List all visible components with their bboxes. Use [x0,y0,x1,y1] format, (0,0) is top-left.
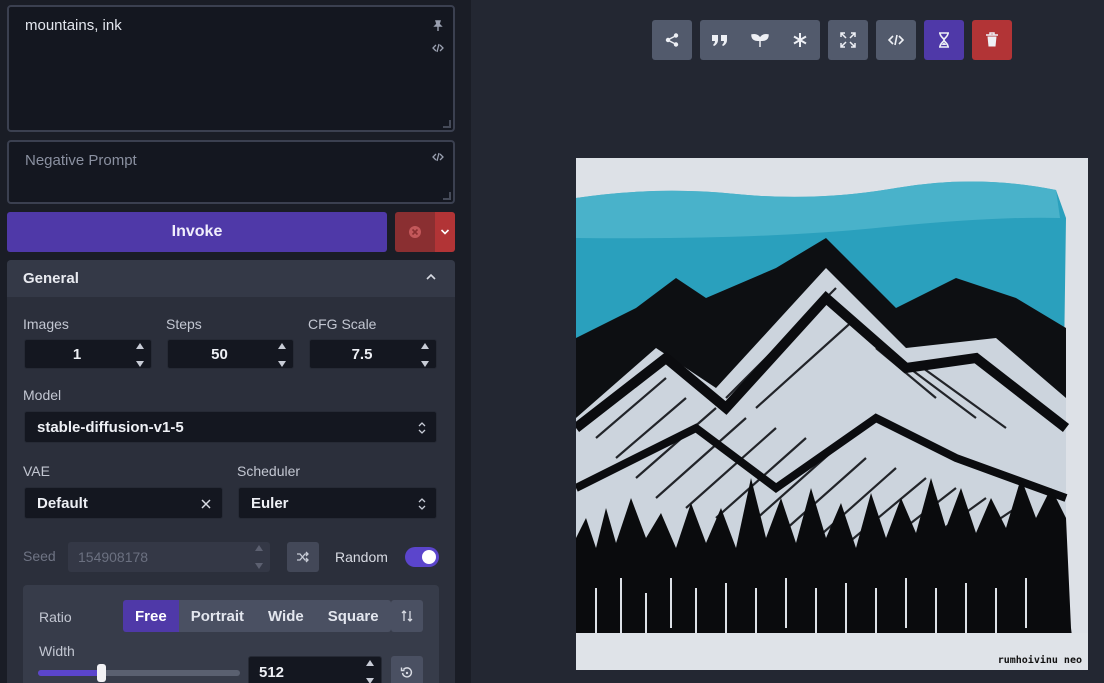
resize-handle[interactable] [443,120,451,128]
width-input-box [248,656,382,683]
use-all-button[interactable] [780,20,820,60]
reuse-params-group [700,20,820,60]
code-icon[interactable] [431,41,445,55]
width-slider-thumb[interactable] [96,664,106,682]
images-label: Images [23,316,69,332]
reset-width-button[interactable] [391,656,423,683]
progress-images-button[interactable] [924,20,964,60]
width-slider-fill [38,670,101,676]
ratio-portrait-button[interactable]: Portrait [178,600,257,632]
prompt-input[interactable]: mountains, ink [9,7,453,130]
scheduler-label: Scheduler [237,463,301,479]
share-icon [665,33,679,47]
random-label: Random [335,549,388,565]
ratio-wide-button[interactable]: Wide [256,600,316,632]
ratio-square-button[interactable]: Square [315,600,391,632]
steps-stepper[interactable] [275,343,289,367]
image-signature: rumhoivinu neo [997,655,1082,666]
mountain-ink-image [576,158,1088,670]
code-icon [887,34,905,46]
seed-stepper [252,545,266,569]
chevron-down-icon [440,229,450,235]
negative-prompt-input[interactable] [9,142,453,202]
code-icon[interactable] [431,150,445,164]
shuffle-seed-button[interactable] [287,542,319,572]
negative-prompt-box [7,140,455,204]
cfg-stepper[interactable] [418,343,432,367]
images-stepper[interactable] [133,343,147,367]
expand-icon [840,32,856,48]
model-label: Model [23,387,62,403]
general-section: General Images Steps CFG Scale Model sta… [7,260,455,683]
chevron-up-icon [426,273,436,280]
swap-dimensions-button[interactable] [391,600,423,632]
delete-image-button[interactable] [972,20,1012,60]
section-title: General [23,270,79,287]
ratio-selector: Free Portrait Wide Square [123,600,391,632]
seed-label: Seed [23,548,56,564]
cancel-options-button[interactable] [435,212,455,252]
clear-icon[interactable] [200,498,212,510]
upscale-button[interactable] [828,20,868,60]
images-input-box [24,339,152,369]
left-panel: mountains, ink Invoke General Images [0,0,462,683]
cfg-input-box [309,339,437,369]
reset-icon [400,667,413,678]
invoke-button[interactable]: Invoke [7,212,387,252]
ratio-free-button[interactable]: Free [123,600,179,632]
resize-handle[interactable] [443,192,451,200]
ratio-label: Ratio [39,609,72,625]
shuffle-icon [297,551,309,563]
vae-value: Default [37,494,88,512]
use-prompt-button[interactable] [700,20,740,60]
width-label: Width [39,643,75,659]
select-arrows-icon [418,498,426,510]
cancel-icon [409,226,421,238]
share-button[interactable] [652,20,692,60]
result-image[interactable]: rumhoivinu neo [576,158,1088,670]
random-seed-toggle[interactable] [405,547,439,567]
width-stepper[interactable] [363,660,377,683]
prompt-box: mountains, ink [7,5,455,132]
trash-icon [986,32,998,47]
vae-select[interactable]: Default [24,487,223,519]
use-seed-button[interactable] [740,20,780,60]
width-input[interactable] [249,657,381,683]
cfg-label: CFG Scale [308,316,377,332]
steps-input-box [167,339,294,369]
image-viewer-panel: rumhoivinu neo [471,0,1104,683]
model-value: stable-diffusion-v1-5 [37,418,184,436]
dimensions-panel: Ratio Free Portrait Wide Square Width [23,585,439,683]
seed-input[interactable]: 154908178 [68,542,270,572]
hourglass-icon [939,32,949,48]
width-slider[interactable] [38,664,240,682]
asterisk-icon [793,33,807,47]
general-header[interactable]: General [7,260,455,297]
scheduler-value: Euler [251,494,289,512]
model-select[interactable]: stable-diffusion-v1-5 [24,411,437,443]
vae-label: VAE [23,463,50,479]
seedling-icon [751,34,769,47]
select-arrows-icon [418,422,426,434]
steps-label: Steps [166,316,202,332]
cancel-button[interactable] [395,212,435,252]
scheduler-select[interactable]: Euler [238,487,437,519]
quote-icon [712,35,727,46]
seed-value: 154908178 [78,549,149,565]
swap-vertical-icon [401,610,413,622]
pin-icon[interactable] [431,19,445,33]
show-metadata-button[interactable] [876,20,916,60]
